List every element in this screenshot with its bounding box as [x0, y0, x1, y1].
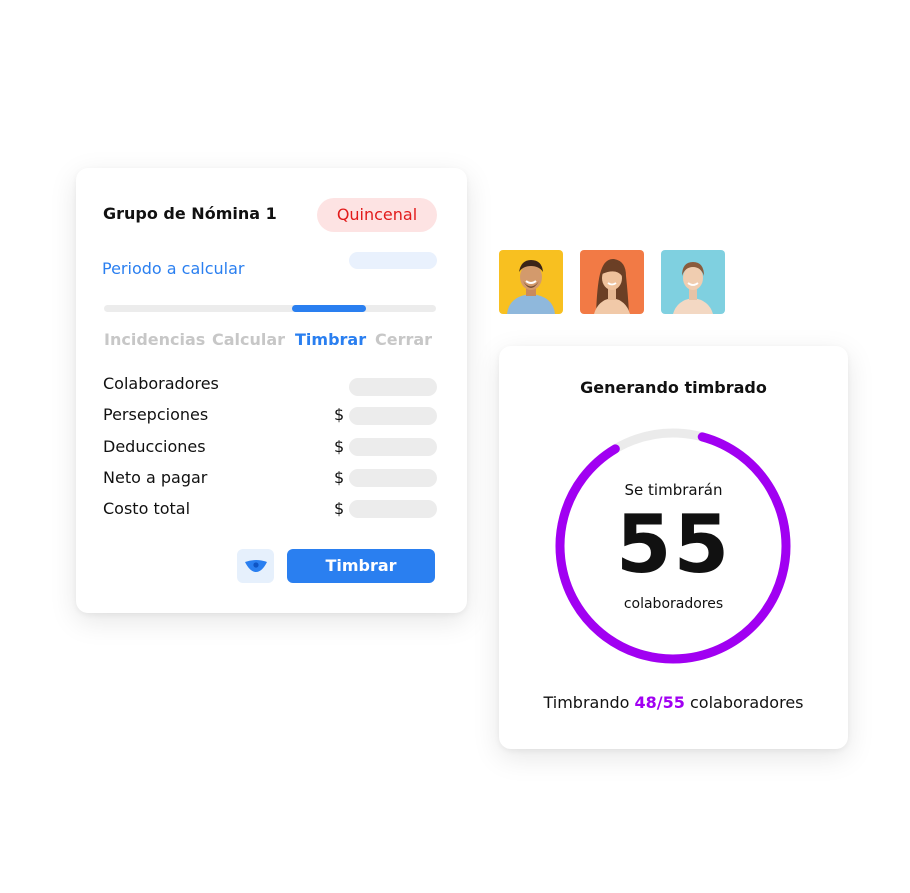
- avatar-woman-2: [661, 250, 725, 314]
- row-label-colaboradores: Colaboradores: [103, 374, 219, 393]
- row-label-persepciones: Persepciones: [103, 405, 209, 424]
- eye-icon: [244, 560, 267, 572]
- stamping-status: Timbrando 48/55 colaboradores: [499, 693, 848, 712]
- row-value-placeholder: [349, 378, 437, 396]
- step-cerrar[interactable]: Cerrar: [375, 330, 432, 349]
- period-label: Periodo a calcular: [102, 259, 245, 278]
- period-value-placeholder: [349, 252, 437, 269]
- step-calcular[interactable]: Calcular: [212, 330, 285, 349]
- ring-caption-bottom: colaboradores: [623, 596, 724, 612]
- preview-button[interactable]: [237, 549, 274, 583]
- row-value-placeholder: [349, 407, 437, 425]
- status-count: 48/55: [634, 693, 685, 712]
- step-progress-fill: [292, 305, 366, 312]
- row-currency: $: [334, 405, 345, 424]
- ring-caption-top: Se timbrarán: [624, 481, 723, 499]
- status-suffix: colaboradores: [689, 693, 804, 712]
- row-label-neto: Neto a pagar: [103, 468, 208, 487]
- row-label-costo: Costo total: [103, 499, 191, 518]
- row-value-placeholder: [349, 500, 437, 518]
- avatar-man: [499, 250, 563, 314]
- status-prefix: Timbrando: [543, 693, 630, 712]
- person-woman-icon: [594, 258, 630, 314]
- person-man-icon: [507, 260, 555, 314]
- frequency-badge: Quincenal: [317, 198, 437, 232]
- ring-number: 55: [615, 498, 732, 591]
- avatar-woman-1: [580, 250, 644, 314]
- stamping-progress-card: Generando timbrado Se timbrarán 55 colab…: [499, 346, 848, 749]
- row-currency: $: [334, 468, 345, 487]
- row-value-placeholder: [349, 438, 437, 456]
- row-value-placeholder: [349, 469, 437, 487]
- row-label-deducciones: Deducciones: [103, 437, 206, 456]
- row-currency: $: [334, 499, 345, 518]
- payroll-group-card: Grupo de Nómina 1 Quincenal Periodo a ca…: [76, 168, 467, 613]
- row-currency: $: [334, 437, 345, 456]
- step-progress-track: [104, 305, 436, 312]
- step-timbrar[interactable]: Timbrar: [295, 330, 366, 349]
- person-woman-icon: [673, 262, 713, 314]
- step-incidencias[interactable]: Incidencias: [104, 330, 205, 349]
- step-tabs: Incidencias Calcular Timbrar Cerrar: [104, 330, 444, 354]
- group-title: Grupo de Nómina 1: [103, 204, 277, 223]
- timbrar-button[interactable]: Timbrar: [287, 549, 435, 583]
